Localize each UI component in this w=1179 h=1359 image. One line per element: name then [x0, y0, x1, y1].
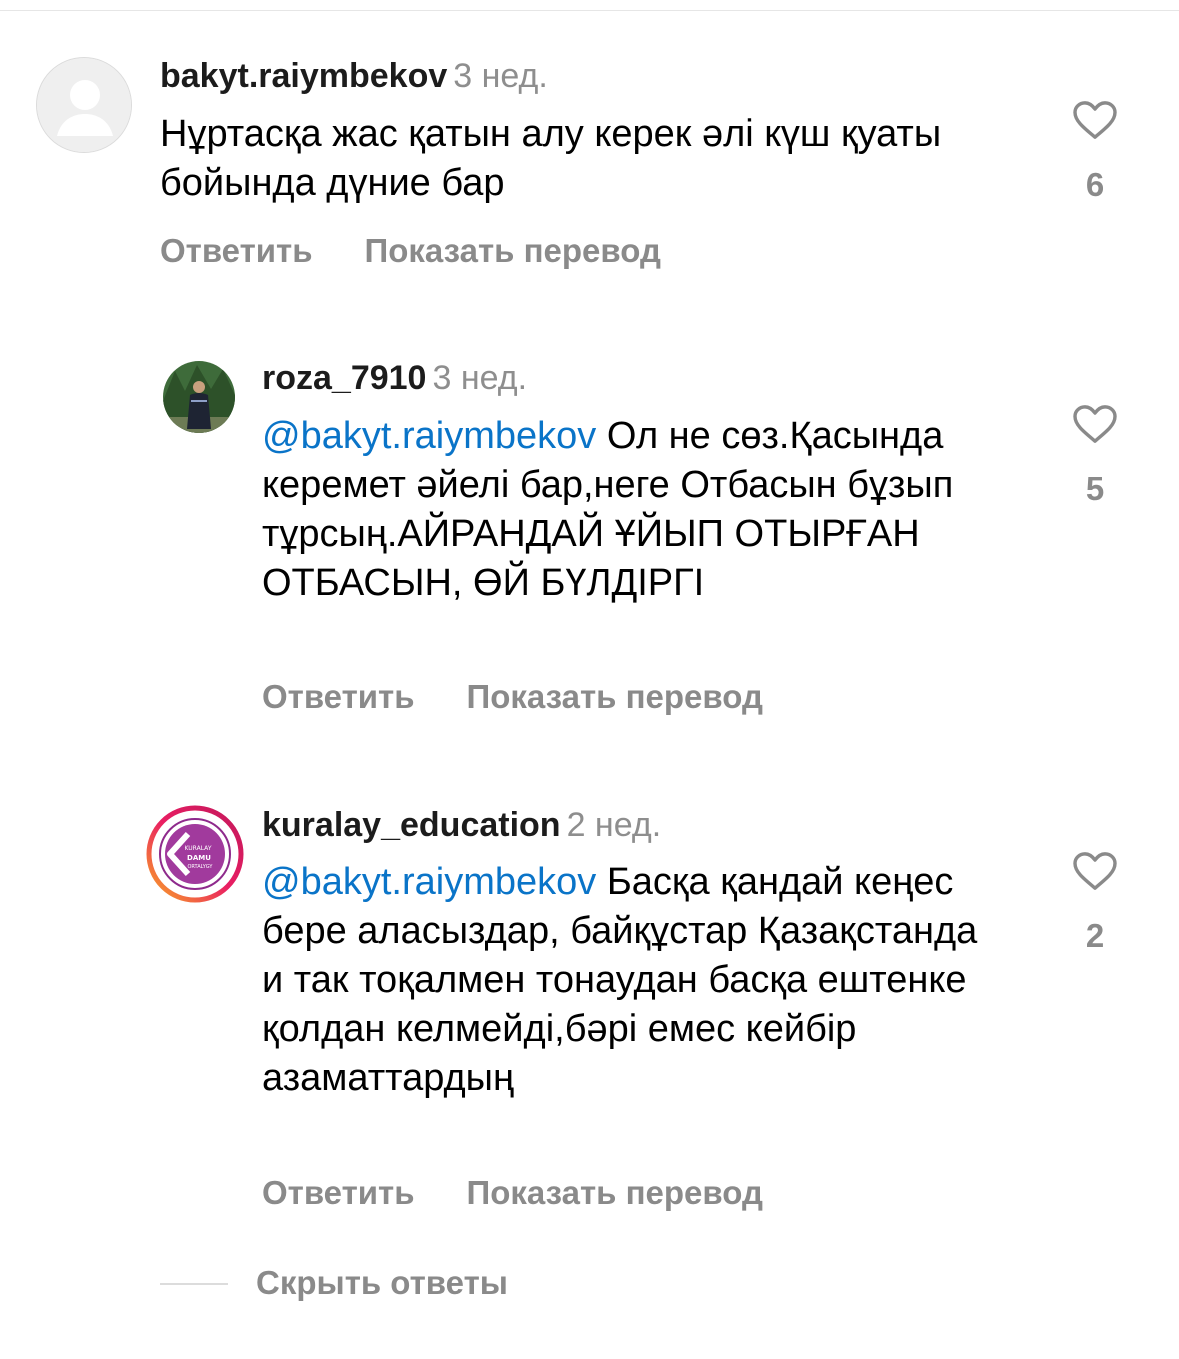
- story-ring-avatar-icon: KURALAY DAMU ORTALYGY: [146, 805, 244, 903]
- username[interactable]: kuralay_education: [262, 806, 561, 844]
- comment-text: Нұртасқа жас қатын алу керек әлі күш қуа…: [160, 110, 980, 208]
- reply-button[interactable]: Ответить: [262, 678, 415, 715]
- comment-actions: Ответить Показать перевод: [262, 1174, 763, 1212]
- mention-link[interactable]: @bakyt.raiymbekov: [262, 861, 596, 903]
- reply-button[interactable]: Ответить: [160, 232, 313, 269]
- hide-replies-button[interactable]: Скрыть ответы: [256, 1264, 508, 1302]
- heart-outline-icon[interactable]: [1072, 404, 1118, 444]
- logo-text-line3: ORTALYGY: [188, 864, 214, 870]
- like-control: 2: [1060, 851, 1130, 955]
- avatar-kuralay[interactable]: KURALAY DAMU ORTALYGY: [146, 805, 244, 903]
- timestamp: 3 нед.: [453, 57, 548, 95]
- avatar-roza[interactable]: [163, 361, 235, 433]
- comment-actions: Ответить Показать перевод: [160, 232, 661, 270]
- comment-actions: Ответить Показать перевод: [262, 678, 763, 716]
- show-translation-button[interactable]: Показать перевод: [467, 678, 763, 715]
- comment-header: bakyt.raiymbekov 3 нед.: [160, 56, 548, 96]
- top-divider: [0, 10, 1179, 11]
- show-translation-button[interactable]: Показать перевод: [365, 232, 661, 269]
- like-control: 6: [1060, 100, 1130, 204]
- comment-header: kuralay_education 2 нед.: [262, 805, 661, 845]
- show-translation-button[interactable]: Показать перевод: [467, 1174, 763, 1211]
- logo-text-line1: KURALAY: [185, 845, 212, 852]
- hide-replies-divider: [160, 1283, 228, 1285]
- reply-button[interactable]: Ответить: [262, 1174, 415, 1211]
- username[interactable]: roza_7910: [262, 359, 426, 397]
- like-count: 2: [1085, 917, 1105, 954]
- comment-body: Нұртасқа жас қатын алу керек әлі күш қуа…: [160, 113, 942, 204]
- comment-header: roza_7910 3 нед.: [262, 358, 527, 398]
- like-count: 6: [1085, 166, 1105, 203]
- avatar-bakyt[interactable]: [36, 57, 132, 153]
- logo-text-line2: DAMU: [187, 854, 211, 862]
- heart-outline-icon[interactable]: [1072, 851, 1118, 891]
- like-count: 5: [1085, 470, 1105, 507]
- timestamp: 2 нед.: [566, 806, 662, 844]
- default-user-avatar-icon: [37, 58, 131, 152]
- like-control: 5: [1060, 404, 1130, 508]
- mention-link[interactable]: @bakyt.raiymbekov: [262, 415, 596, 457]
- comment-text: @bakyt.raiymbekov Басқа қандай кеңес бер…: [262, 858, 982, 1103]
- comment-text: @bakyt.raiymbekov Ол не сөз.Қасында кере…: [262, 412, 1022, 608]
- photo-avatar-icon: [163, 361, 235, 433]
- username[interactable]: bakyt.raiymbekov: [160, 57, 447, 95]
- timestamp: 3 нед.: [432, 359, 528, 397]
- heart-outline-icon[interactable]: [1072, 100, 1118, 140]
